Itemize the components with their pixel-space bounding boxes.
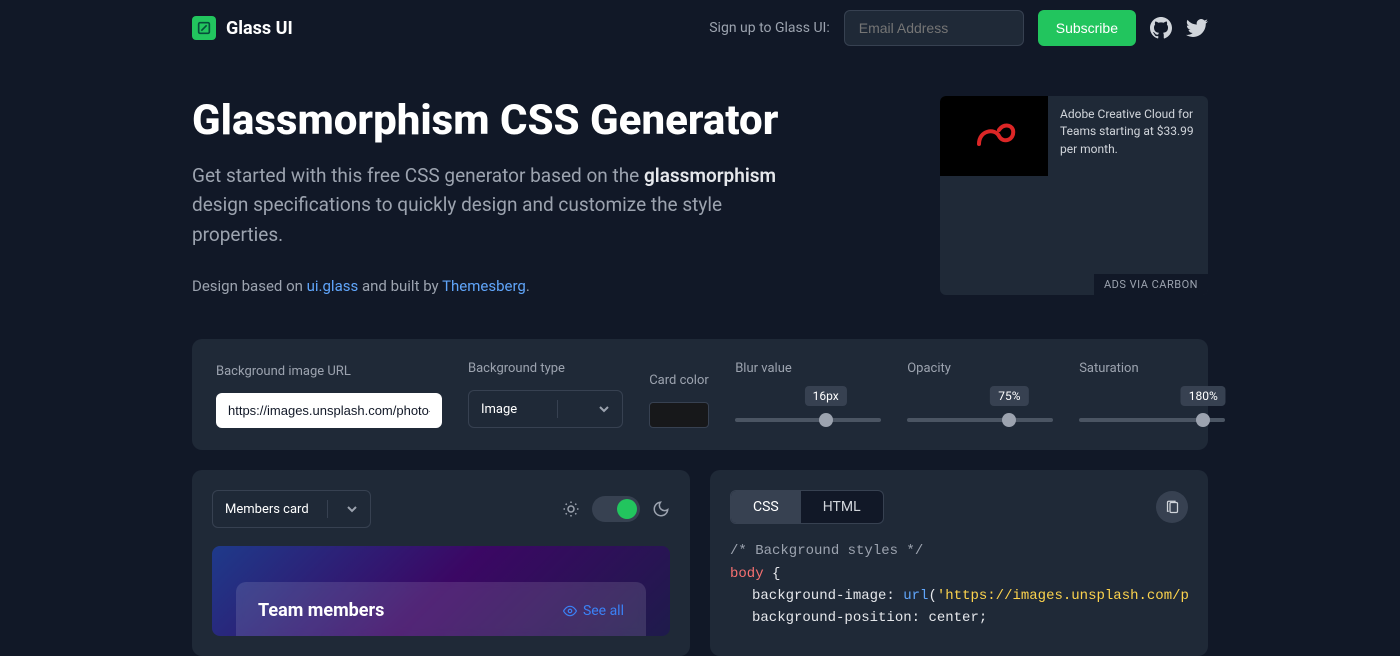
ad-via: ADS VIA CARBON [1094,274,1208,295]
code-prop1: background-image [752,588,886,604]
bg-url-label: Background image URL [216,364,442,379]
card-color-swatch[interactable] [649,402,709,428]
code-body: /* Background styles */ body { backgroun… [730,540,1188,630]
credits-post: . [526,277,530,295]
email-field[interactable] [844,10,1024,46]
preview-card: Team members See all [212,546,670,636]
uiglass-link[interactable]: ui.glass [307,277,359,295]
blur-value-badge: 16px [805,386,847,406]
saturation-slider[interactable]: 180% [1079,390,1225,428]
code-brace: { [764,566,781,582]
opacity-slider[interactable]: 75% [907,390,1053,428]
chevron-down-icon [598,403,610,415]
code-panel: CSS HTML /* Background styles */ body { … [710,470,1208,656]
twitter-icon[interactable] [1186,17,1208,39]
code-func: url [903,588,928,604]
see-all-label: See all [583,603,624,619]
preview-type-value: Members card [225,502,309,517]
page-subtitle: Get started with this free CSS generator… [192,161,792,249]
github-icon[interactable] [1150,17,1172,39]
controls-panel: Background image URL Background type Ima… [192,339,1208,450]
preview-panel: Members card Team members See all [192,470,690,656]
bg-type-select[interactable]: Image [468,390,623,428]
signup-label: Sign up to Glass UI: [709,20,830,36]
subscribe-button[interactable]: Subscribe [1038,10,1136,46]
credits-mid: and built by [358,277,442,295]
brand-name: Glass UI [226,18,293,39]
bg-type-label: Background type [468,361,623,376]
chevron-down-icon [346,503,358,515]
code-comment: /* Background styles */ [730,543,923,559]
theme-toggle[interactable] [592,496,640,522]
subtitle-pre: Get started with this free CSS generator… [192,164,644,187]
bg-type-value: Image [481,402,517,417]
code-val2: center [928,610,978,626]
carbon-ad[interactable]: Adobe Creative Cloud for Teams starting … [940,96,1208,295]
themesberg-link[interactable]: Themesberg [442,277,526,295]
eye-icon [563,604,577,618]
tab-css[interactable]: CSS [731,491,801,523]
blur-label: Blur value [735,361,881,376]
logo[interactable]: Glass UI [192,16,293,40]
glass-card: Team members See all [236,582,646,636]
logo-icon [192,16,216,40]
tab-html[interactable]: HTML [801,491,883,523]
adobe-icon [940,96,1048,176]
subtitle-strong: glassmorphism [644,164,776,187]
moon-icon [652,500,670,518]
credits-pre: Design based on [192,277,307,295]
clipboard-icon [1165,500,1180,515]
bg-url-input[interactable] [216,393,442,428]
code-string: 'https://images.unsplash.com/photo-15196… [937,588,1188,604]
page-title: Glassmorphism CSS Generator [192,96,880,145]
code-prop2: background-position [752,610,912,626]
preview-type-select[interactable]: Members card [212,490,371,528]
card-color-label: Card color [649,373,709,388]
copy-button[interactable] [1156,491,1188,523]
subtitle-post: design specifications to quickly design … [192,193,722,245]
sun-icon [562,500,580,518]
ad-text: Adobe Creative Cloud for Teams starting … [1048,96,1208,295]
opacity-label: Opacity [907,361,1053,376]
saturation-label: Saturation [1079,361,1225,376]
see-all-link[interactable]: See all [563,603,624,619]
code-selector: body [730,566,764,582]
saturation-value-badge: 180% [1181,386,1226,406]
blur-slider[interactable]: 16px [735,390,881,428]
glass-card-title: Team members [258,600,384,621]
opacity-value-badge: 75% [990,386,1028,406]
code-tabs: CSS HTML [730,490,884,524]
credits: Design based on ui.glass and built by Th… [192,277,880,295]
